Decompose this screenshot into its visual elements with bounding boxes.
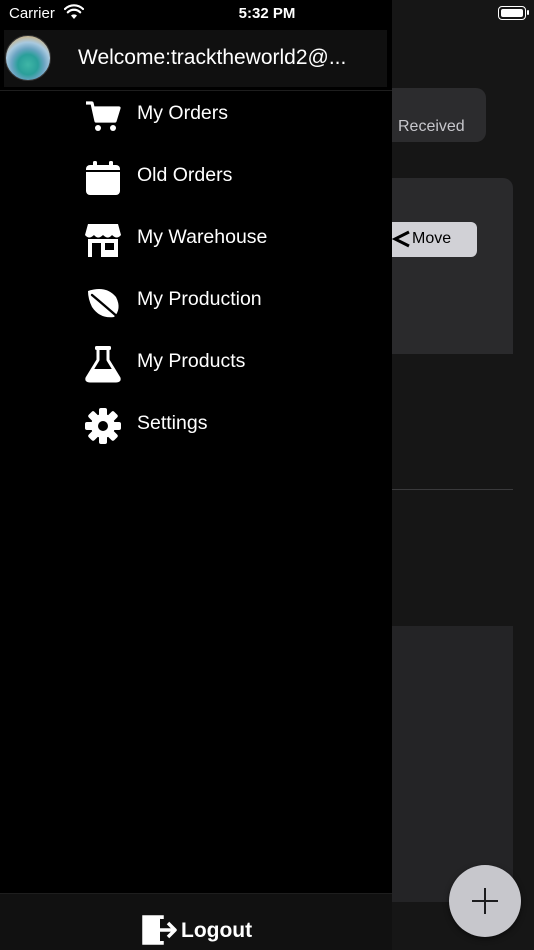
calendar-icon [86, 161, 120, 195]
menu-item-old-orders[interactable]: Old Orders [0, 149, 392, 205]
menu-item-label: Old Orders [137, 164, 233, 186]
menu-item-label: My Production [137, 288, 262, 310]
menu-item-label: My Products [137, 350, 246, 372]
logout-icon [142, 915, 177, 945]
clock: 5:32 PM [238, 5, 296, 22]
drawer-header: Welcome:tracktheworld2@... [4, 30, 387, 87]
menu-item-my-products[interactable]: My Products [0, 335, 392, 391]
menu-item-my-production[interactable]: My Production [0, 273, 392, 329]
plus-icon-stroke [484, 888, 486, 914]
menu-item-my-orders[interactable]: My Orders [0, 87, 392, 143]
status-bar: Carrier 5:32 PM [0, 0, 534, 28]
welcome-text: Welcome:tracktheworld2@... [78, 46, 347, 69]
content-block [392, 626, 513, 902]
tab-received-label: Received [398, 118, 465, 135]
chevron-move-icon [392, 230, 410, 248]
store-icon [85, 224, 121, 257]
logout-label: Logout [181, 919, 253, 942]
menu-item-settings[interactable]: Settings [0, 397, 392, 453]
move-button-label: Move [412, 230, 452, 247]
logout-button[interactable]: Logout [0, 893, 392, 950]
menu-item-label: Settings [137, 412, 208, 434]
gear-icon [85, 408, 121, 444]
divider [392, 489, 513, 490]
add-button[interactable] [449, 865, 521, 937]
menu-item-label: My Warehouse [137, 226, 268, 248]
menu-item-label: My Orders [137, 102, 229, 124]
avatar[interactable] [5, 35, 51, 81]
flask-icon [85, 346, 121, 383]
battery-icon [498, 6, 529, 20]
menu-item-my-warehouse[interactable]: My Warehouse [0, 211, 392, 267]
cart-icon [86, 101, 121, 131]
leaf-icon [88, 289, 122, 321]
side-drawer: Welcome:tracktheworld2@... My Orders Old… [0, 0, 392, 950]
